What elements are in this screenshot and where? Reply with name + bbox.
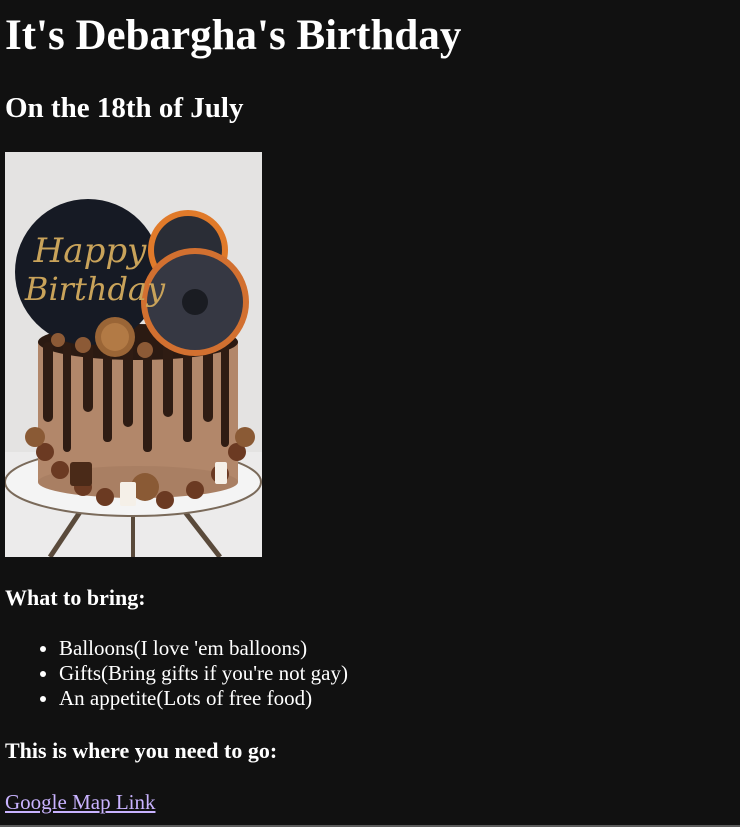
google-map-link[interactable]: Google Map Link [5, 790, 155, 815]
list-item: An appetite(Lots of free food) [59, 686, 348, 711]
cake-topper-line1: Happy [33, 231, 147, 271]
page-subtitle: On the 18th of July [5, 92, 244, 124]
page: It's Debargha's Birthday On the 18th of … [0, 0, 740, 827]
list-item: Balloons(I love 'em balloons) [59, 636, 348, 661]
page-title: It's Debargha's Birthday [5, 12, 462, 59]
list-item: Gifts(Bring gifts if you're not gay) [59, 661, 348, 686]
bring-list: Balloons(I love 'em balloons) Gifts(Brin… [59, 636, 348, 711]
cake-topper-line2: Birthday [24, 270, 166, 308]
location-heading: This is where you need to go: [5, 738, 278, 763]
bring-heading: What to bring: [5, 585, 146, 610]
birthday-cake-image: Happy Birthday [5, 152, 262, 557]
